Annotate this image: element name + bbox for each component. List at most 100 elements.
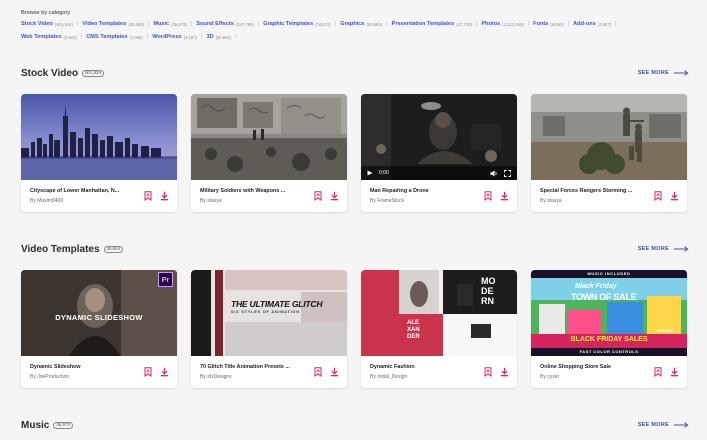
- category-link[interactable]: Graphics: [340, 21, 364, 28]
- bookmark-icon[interactable]: [313, 367, 322, 377]
- item-card[interactable]: MO DE RN ALE XAN DER Dynamic Fashion By …: [361, 270, 517, 388]
- bookmark-icon[interactable]: [483, 367, 492, 377]
- download-icon[interactable]: [330, 191, 339, 201]
- thumbnail-shop[interactable]: MUSIC INCLUDED Black Friday TOWN OF SALE…: [531, 270, 687, 356]
- see-more-link[interactable]: SEE MORE: [638, 422, 689, 428]
- category-separator: |: [147, 21, 150, 27]
- thumbnail-forces[interactable]: [531, 94, 687, 180]
- category-link[interactable]: WordPress: [152, 34, 181, 41]
- player-time: 0:00: [379, 170, 389, 176]
- arrow-right-icon: [674, 70, 689, 76]
- thumbnail-overlay-text: THE ULTIMATE GLITCH: [231, 299, 323, 309]
- see-more-link[interactable]: SEE MORE: [638, 70, 689, 76]
- category-row-2: Web Templates (3,624) | CMS Templates (1,096…: [21, 34, 691, 41]
- download-icon[interactable]: [160, 191, 169, 201]
- category-count: (1,222,069): [502, 22, 524, 27]
- download-icon[interactable]: [160, 367, 169, 377]
- download-icon[interactable]: [670, 367, 679, 377]
- bookmark-icon[interactable]: [483, 191, 492, 201]
- item-card[interactable]: Military Soldiers with Weapons ... By st…: [191, 94, 347, 212]
- card-author[interactable]: By stasya: [200, 198, 312, 204]
- category-link[interactable]: 3D: [206, 34, 213, 41]
- download-icon[interactable]: [670, 191, 679, 201]
- thumbnail-overlay-text: DE: [481, 286, 494, 296]
- bookmark-icon[interactable]: [143, 367, 152, 377]
- item-card[interactable]: THE ULTIMATE GLITCH SIX STYLES OF ANIMAT…: [191, 270, 347, 388]
- thumbnail-city[interactable]: [21, 94, 177, 180]
- thumbnail-glitch[interactable]: THE ULTIMATE GLITCH SIX STYLES OF ANIMAT…: [191, 270, 347, 356]
- item-card[interactable]: Cityscape of Lower Manhattan, N... By Ma…: [21, 94, 177, 212]
- thumbnail-slideshow[interactable]: Pr DYNAMIC SLIDESHOW: [21, 270, 177, 356]
- category-link[interactable]: Music: [153, 21, 169, 28]
- bookmark-icon[interactable]: [653, 367, 662, 377]
- category-link[interactable]: Add-ons: [573, 21, 596, 28]
- category-separator: |: [190, 21, 193, 27]
- card-author[interactable]: By Maxim8409: [30, 198, 142, 204]
- category-link[interactable]: Presentation Templates: [392, 21, 455, 28]
- download-icon[interactable]: [500, 367, 509, 377]
- category-link[interactable]: Sound Effects: [196, 21, 234, 28]
- browse-by-category: Browse by category Stock Video (901,934) |…: [21, 10, 691, 47]
- section-header-video-templates: Video Templates 35,654 SEE MORE: [21, 241, 689, 257]
- category-count: (2,687): [597, 22, 612, 27]
- category-link[interactable]: CMS Templates: [86, 34, 127, 41]
- category-separator: |: [567, 21, 570, 27]
- item-card[interactable]: 0:00 Man Repairing a Drone By FrameStock: [361, 94, 517, 212]
- category-link[interactable]: Photos: [481, 21, 500, 28]
- card-title[interactable]: Dynamic Fashion: [370, 364, 482, 370]
- card-title[interactable]: 70 Glitch Title Animation Presets ...: [200, 364, 312, 370]
- category-separator: |: [146, 34, 149, 40]
- category-count: (35,973): [171, 22, 187, 27]
- category-count: (35,654): [128, 22, 144, 27]
- item-card[interactable]: Special Forces Rangers Storming ... By s…: [531, 94, 687, 212]
- card-author[interactable]: By JoeProduction: [30, 374, 142, 380]
- card-author[interactable]: By cyzer: [540, 374, 652, 380]
- card-title[interactable]: Cityscape of Lower Manhattan, N...: [30, 188, 142, 194]
- category-link[interactable]: Fonts: [533, 21, 548, 28]
- download-icon[interactable]: [500, 191, 509, 201]
- arrow-right-icon: [674, 422, 689, 428]
- thumbnail-fashion[interactable]: MO DE RN ALE XAN DER: [361, 270, 517, 356]
- bookmark-icon[interactable]: [313, 191, 322, 201]
- item-card[interactable]: Pr DYNAMIC SLIDESHOW Dynamic Slideshow B…: [21, 270, 177, 388]
- count-badge: 35,973: [53, 421, 73, 429]
- thumbnail-overlay-text: Black Friday: [575, 283, 617, 290]
- card-author[interactable]: By FrameStock: [370, 198, 482, 204]
- play-icon[interactable]: [367, 170, 373, 176]
- see-more-link[interactable]: SEE MORE: [638, 246, 689, 252]
- card-title[interactable]: Man Repairing a Drone: [370, 188, 482, 194]
- category-link[interactable]: Stock Video: [21, 21, 53, 28]
- category-separator: |: [200, 34, 203, 40]
- video-templates-cards: Pr DYNAMIC SLIDESHOW Dynamic Slideshow B…: [21, 270, 689, 388]
- arrow-right-icon: [674, 246, 689, 252]
- download-icon[interactable]: [330, 367, 339, 377]
- thumbnail-ruins[interactable]: [191, 94, 347, 180]
- item-card[interactable]: MUSIC INCLUDED Black Friday TOWN OF SALE…: [531, 270, 687, 388]
- premiere-badge: Pr: [158, 272, 173, 287]
- section-header-music: Music 35,973 SEE MORE: [21, 417, 689, 433]
- category-count: (347,780): [235, 22, 254, 27]
- section-title: Music: [21, 419, 50, 431]
- bookmark-icon[interactable]: [653, 191, 662, 201]
- thumbnail-overlay-subtext: XAN: [407, 327, 420, 333]
- volume-icon[interactable]: [490, 170, 498, 177]
- category-count: (1,096): [129, 35, 143, 40]
- category-link[interactable]: Graphic Templates: [263, 21, 313, 28]
- card-author[interactable]: By sfxDesigns: [200, 374, 312, 380]
- card-title[interactable]: Special Forces Rangers Storming ...: [540, 188, 652, 194]
- bookmark-icon[interactable]: [143, 191, 152, 201]
- stock-video-cards: Cityscape of Lower Manhattan, N... By Ma…: [21, 94, 689, 212]
- category-count: (3,624): [63, 35, 77, 40]
- card-title[interactable]: Military Soldiers with Weapons ...: [200, 188, 312, 194]
- category-count: (901,934): [54, 22, 73, 27]
- thumbnail-drone[interactable]: 0:00: [361, 94, 517, 180]
- video-player-bar[interactable]: 0:00: [361, 166, 517, 180]
- card-title[interactable]: Dynamic Slideshow: [30, 364, 142, 370]
- fullscreen-icon[interactable]: [504, 169, 511, 177]
- category-link[interactable]: Web Templates: [21, 34, 62, 41]
- card-title[interactable]: Online Shopping Store Sale: [540, 364, 652, 370]
- category-count: (74,672): [315, 22, 331, 27]
- card-author[interactable]: By Initial_Design: [370, 374, 482, 380]
- category-link[interactable]: Video Templates: [82, 21, 126, 28]
- card-author[interactable]: By stasya: [540, 198, 652, 204]
